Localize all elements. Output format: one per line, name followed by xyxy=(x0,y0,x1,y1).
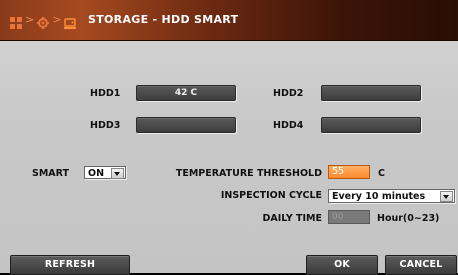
page-title: STORAGE - HDD SMART xyxy=(88,13,239,26)
smart-label: SMART xyxy=(32,168,70,179)
breadcrumb-separator: > xyxy=(52,13,62,26)
daily-time-label: DAILY TIME xyxy=(262,213,323,224)
smart-select[interactable]: ON xyxy=(84,166,126,179)
temperature-unit: C xyxy=(378,168,385,179)
hdd1-temperature: 42 C xyxy=(136,85,236,101)
title-bar: > > STORAGE - HDD SMART xyxy=(0,0,458,41)
inspection-cycle-select[interactable]: Every 10 minutes xyxy=(328,189,455,203)
grid-icon[interactable] xyxy=(10,14,22,29)
breadcrumb-separator: > xyxy=(25,13,35,26)
temperature-threshold-label: TEMPERATURE THRESHOLD xyxy=(175,168,322,179)
hdd-smart-window: > > STORAGE - HDD SMART HDD1 42 C HDD2 H… xyxy=(0,0,458,275)
breadcrumb: > > xyxy=(10,13,77,29)
daily-time-input[interactable]: 00 xyxy=(328,210,370,224)
hdd3-temperature xyxy=(136,117,236,133)
chevron-down-icon[interactable] xyxy=(111,168,124,179)
hdd1-label: HDD1 xyxy=(90,88,121,99)
ok-button[interactable]: OK xyxy=(306,255,378,275)
storage-icon[interactable] xyxy=(64,14,77,29)
daily-time-unit: Hour(0~23) xyxy=(377,213,440,224)
inspection-cycle-value: Every 10 minutes xyxy=(332,191,426,202)
hdd2-label: HDD2 xyxy=(273,88,304,99)
cancel-button[interactable]: CANCEL xyxy=(385,255,457,275)
temperature-threshold-input[interactable]: 55 xyxy=(328,165,370,179)
chevron-down-icon[interactable] xyxy=(440,191,453,202)
gear-icon[interactable] xyxy=(37,14,50,29)
hdd2-temperature xyxy=(321,85,421,101)
hdd4-temperature xyxy=(321,117,421,133)
hdd4-label: HDD4 xyxy=(273,120,304,131)
inspection-cycle-label: INSPECTION CYCLE xyxy=(220,190,322,201)
smart-select-value: ON xyxy=(88,168,105,179)
refresh-button[interactable]: REFRESH xyxy=(10,255,130,275)
hdd3-label: HDD3 xyxy=(90,120,121,131)
